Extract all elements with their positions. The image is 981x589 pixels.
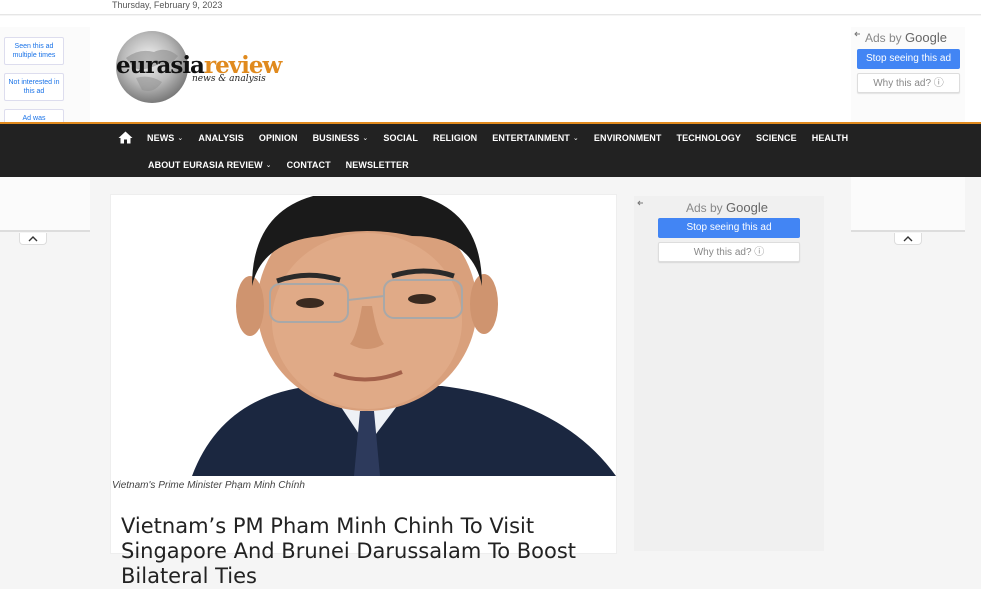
nav-item-science[interactable]: SCIENCE — [756, 133, 797, 143]
nav-item-social[interactable]: SOCIAL — [383, 133, 418, 143]
nav-item-label: NEWSLETTER — [345, 159, 409, 170]
portrait-image — [112, 196, 616, 476]
nav-item-technology[interactable]: TECHNOLOGY — [677, 133, 742, 143]
home-icon[interactable] — [118, 131, 133, 144]
why-this-ad-button[interactable]: Why this ad? ⓘ — [857, 73, 960, 93]
sidebar-ad-panel: Ads by Google Stop seeing this ad Why th… — [634, 196, 824, 551]
nav-item-label: NEWS — [147, 132, 175, 143]
nav-item-analysis[interactable]: ANALYSIS — [198, 133, 243, 143]
chevron-down-icon: ⌄ — [265, 161, 272, 169]
chevron-down-icon: ⌄ — [177, 134, 184, 142]
nav-item-label: ABOUT EURASIA REVIEW — [148, 159, 263, 170]
top-date-bar: Thursday, February 9, 2023 — [0, 0, 981, 15]
nav-row-secondary: ABOUT EURASIA REVIEW ⌄ CONTACT NEWSLETTER — [148, 151, 424, 178]
chevron-down-icon: ⌄ — [362, 134, 369, 142]
chevron-down-icon: ⌄ — [572, 134, 579, 142]
stop-seeing-ad-button[interactable]: Stop seeing this ad — [658, 218, 800, 238]
nav-item-contact[interactable]: CONTACT — [287, 160, 331, 170]
nav-item-opinion[interactable]: OPINION — [259, 133, 298, 143]
nav-item-label: ENVIRONMENT — [593, 132, 662, 143]
right-ad-collapse-tab[interactable] — [894, 233, 922, 245]
back-arrow-icon[interactable] — [637, 199, 645, 207]
site-logo[interactable]: eurasiareview news & analysis — [114, 28, 282, 108]
nav-item-label: ANALYSIS — [198, 132, 244, 143]
nav-item-about-eurasia-review[interactable]: ABOUT EURASIA REVIEW ⌄ — [148, 160, 272, 170]
nav-item-health[interactable]: HEALTH — [812, 133, 848, 143]
nav-item-news[interactable]: NEWS ⌄ — [147, 133, 183, 143]
nav-item-label: OPINION — [258, 132, 298, 143]
why-this-ad-button[interactable]: Why this ad? ⓘ — [658, 242, 800, 262]
nav-item-label: ENTERTAINMENT — [492, 132, 570, 143]
seen-multiple-times-button[interactable]: Seen this ad multiple times — [4, 37, 64, 65]
nav-item-label: HEALTH — [811, 132, 849, 143]
nav-item-label: RELIGION — [432, 132, 478, 143]
stop-seeing-ad-button[interactable]: Stop seeing this ad — [857, 49, 960, 69]
nav-item-label: SCIENCE — [756, 132, 797, 143]
nav-item-label: BUSINESS — [312, 132, 360, 143]
not-interested-button[interactable]: Not interested in this ad — [4, 73, 64, 101]
nav-item-label: TECHNOLOGY — [676, 132, 742, 143]
nav-item-business[interactable]: BUSINESS ⌄ — [313, 133, 369, 143]
nav-item-religion[interactable]: RELIGION — [433, 133, 477, 143]
article-headline[interactable]: Vietnam’s PM Pham Minh Chinh To Visit Si… — [121, 514, 611, 589]
nav-item-newsletter[interactable]: NEWSLETTER — [346, 160, 409, 170]
current-date: Thursday, February 9, 2023 — [112, 0, 223, 10]
nav-row-primary: NEWS ⌄ ANALYSIS OPINION BUSINESS ⌄ SOCIAL RELIG… — [118, 124, 863, 151]
left-ad-collapse-tab[interactable] — [19, 233, 47, 245]
nav-item-environment[interactable]: ENVIRONMENT — [594, 133, 662, 143]
ads-by-google-label: Ads by Google — [865, 30, 947, 45]
nav-item-entertainment[interactable]: ENTERTAINMENT ⌄ — [492, 133, 579, 143]
photo-caption: Vietnam's Prime Minister Phạm Minh Chính — [112, 480, 305, 491]
nav-item-label: CONTACT — [286, 159, 331, 170]
chevron-up-icon — [28, 235, 38, 241]
back-arrow-icon[interactable] — [854, 30, 862, 38]
nav-item-label: SOCIAL — [383, 132, 418, 143]
article-photo — [112, 196, 616, 476]
logo-tagline: news & analysis — [192, 74, 266, 84]
ads-by-google-label: Ads by Google — [686, 200, 768, 215]
chevron-up-icon — [903, 235, 913, 241]
main-nav: NEWS ⌄ ANALYSIS OPINION BUSINESS ⌄ SOCIAL RELIG… — [0, 122, 981, 177]
